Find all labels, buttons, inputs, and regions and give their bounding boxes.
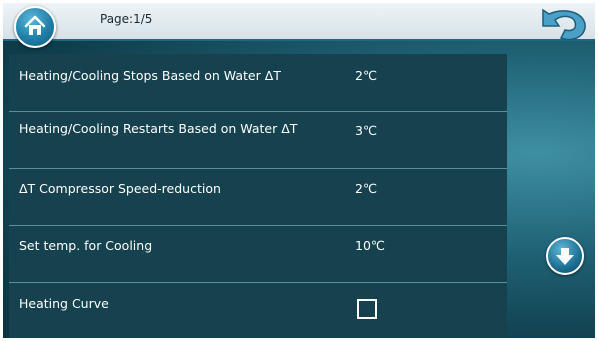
top-bar: Page:1/5 — [3, 3, 595, 41]
settings-list: Heating/Cooling Stops Based on Water ΔT … — [9, 54, 507, 338]
scroll-down-button[interactable] — [546, 237, 584, 275]
heating-curve-checkbox[interactable] — [357, 299, 377, 319]
setting-label: Heating/Cooling Stops Based on Water ΔT — [19, 68, 281, 83]
setting-value[interactable]: 3℃ — [355, 121, 377, 140]
setting-value[interactable]: 10℃ — [355, 236, 385, 255]
setting-value[interactable]: 2℃ — [355, 179, 377, 198]
setting-label: Heating/Cooling Restarts Based on Water … — [19, 121, 298, 136]
setting-value[interactable]: 2℃ — [355, 66, 377, 85]
arrow-down-icon — [556, 248, 574, 265]
page-indicator: Page:1/5 — [100, 12, 153, 26]
setting-row-restart-delta[interactable]: Heating/Cooling Restarts Based on Water … — [9, 111, 507, 169]
setting-row-stop-delta[interactable]: Heating/Cooling Stops Based on Water ΔT … — [9, 54, 507, 112]
setting-label: Set temp. for Cooling — [19, 238, 153, 253]
screen: Page:1/5 Heating/Cooling Stops Based on … — [3, 3, 595, 338]
setting-row-heating-curve[interactable]: Heating Curve — [9, 282, 507, 338]
setting-row-cooling-temp[interactable]: Set temp. for Cooling 10℃ — [9, 225, 507, 283]
home-icon — [24, 15, 46, 35]
setting-label: ΔT Compressor Speed-reduction — [19, 181, 221, 196]
setting-label: Heating Curve — [19, 296, 109, 311]
home-button[interactable] — [14, 6, 56, 48]
back-arrow-icon — [542, 8, 586, 41]
back-button[interactable] — [537, 4, 591, 44]
setting-row-compressor-delta[interactable]: ΔT Compressor Speed-reduction 2℃ — [9, 168, 507, 226]
